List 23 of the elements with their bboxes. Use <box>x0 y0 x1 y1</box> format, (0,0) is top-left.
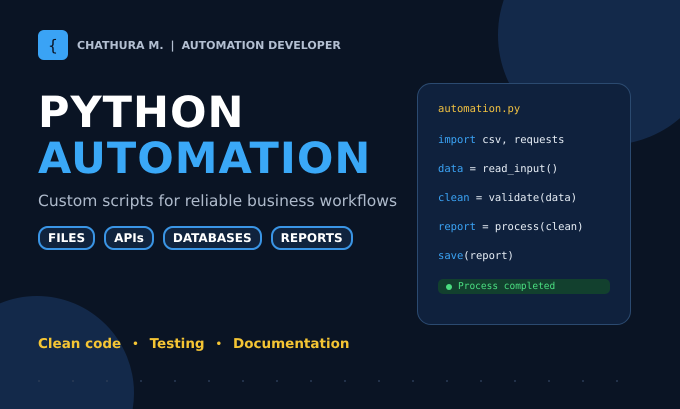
developer-role: AUTOMATION DEVELOPER <box>182 38 341 52</box>
code-line: save(report) <box>438 250 515 264</box>
code-line: clean = validate(data) <box>438 192 578 206</box>
logo-icon: { <box>38 30 68 60</box>
code-line: report = process(clean) <box>438 221 584 235</box>
feature-text: Testing <box>150 336 205 352</box>
title-text: PYTHON <box>38 90 246 136</box>
filename-text: automation.py <box>438 103 522 115</box>
subtitle-text: Custom scripts for reliable business workflows <box>38 191 398 212</box>
status-badge: Process completed <box>438 279 610 294</box>
title-text: AUTOMATION <box>38 136 372 182</box>
bullet-separator: • <box>131 338 140 350</box>
tag-label: FILES <box>38 226 96 250</box>
bullet-separator: • <box>214 338 223 350</box>
feature-text: Documentation <box>233 336 350 352</box>
divider-text: | <box>170 38 175 52</box>
tag-label: REPORTS <box>270 226 353 250</box>
tag-label: APIs <box>104 226 154 250</box>
developer-name: CHATHURA M. <box>77 38 164 52</box>
code-line: import csv, requests <box>438 134 566 148</box>
feature-text: Clean code <box>38 336 122 352</box>
code-line: data = read_input() <box>438 163 560 177</box>
tag-label: DATABASES <box>162 226 262 250</box>
